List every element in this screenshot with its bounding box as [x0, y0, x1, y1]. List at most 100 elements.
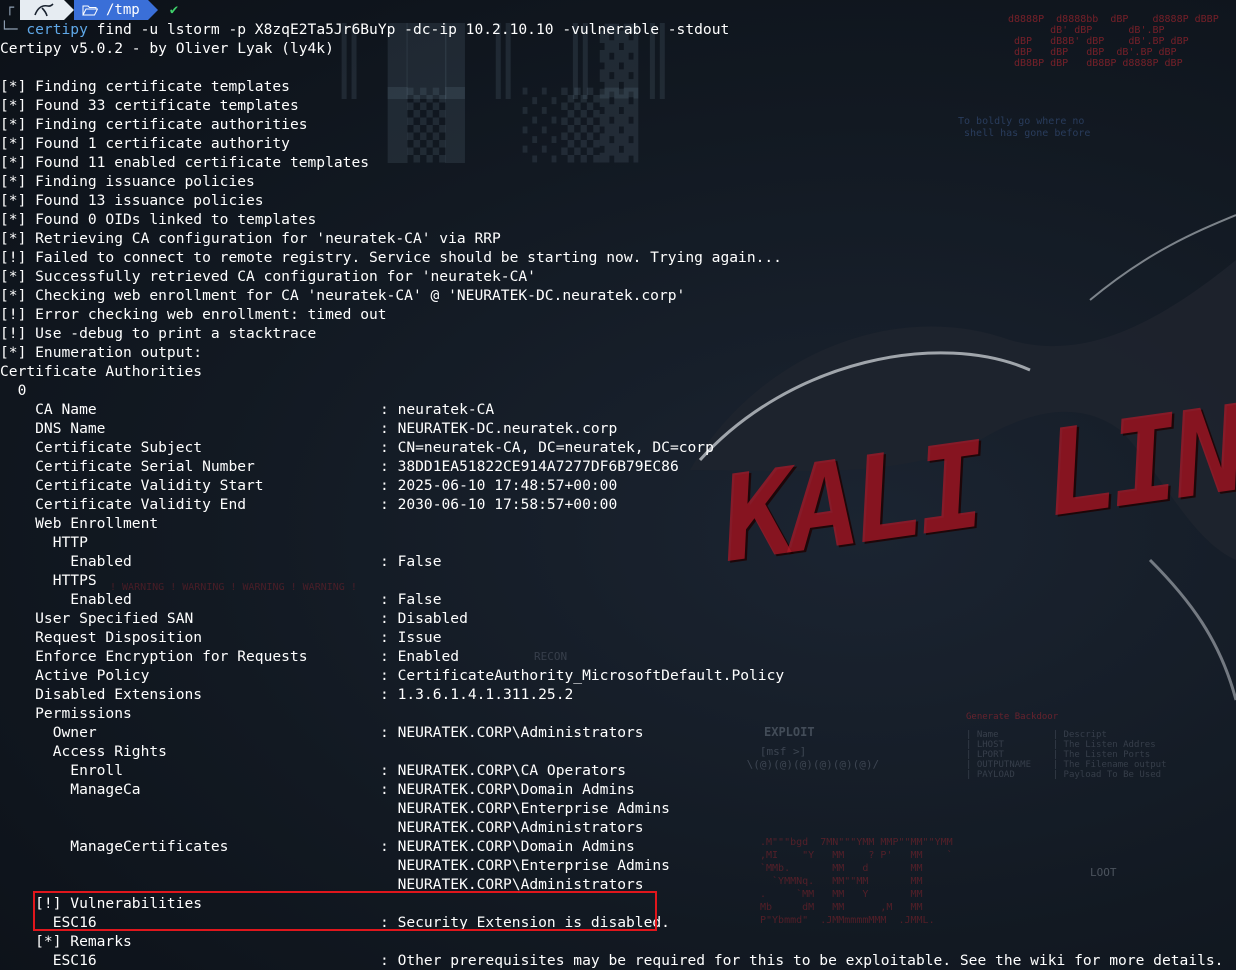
ca-property-key: ESC16	[0, 952, 97, 969]
ca-property-key: Certificate Validity Start	[0, 477, 264, 494]
ca-property-key: CA Name	[0, 401, 97, 418]
ca-property-row: NEURATEK.CORP\Administrators	[0, 818, 1236, 837]
ca-property-row: CA Name : neuratek-CA	[0, 400, 1236, 419]
ca-property-row: Enabled : False	[0, 552, 1236, 571]
log-line: [!] Failed to connect to remote registry…	[0, 249, 782, 266]
ca-property-value: NEURATEK.CORP\Enterprise Admins	[380, 857, 670, 874]
ca-property-value: : 2030-06-10 17:58:57+00:00	[380, 496, 618, 513]
ca-property-key: Enforce Encryption for Requests	[0, 648, 308, 665]
ca-property-row: Certificate Validity End : 2030-06-10 17:…	[0, 495, 1236, 514]
ca-property-value: NEURATEK.CORP\Administrators	[380, 876, 644, 893]
ca-property-row: Owner : NEURATEK.CORP\Administrators	[0, 723, 1236, 742]
ca-property-value: : CertificateAuthority_MicrosoftDefault.…	[380, 667, 785, 684]
ca-property-row: Web Enrollment	[0, 514, 1236, 533]
ca-property-value: NEURATEK.CORP\Enterprise Admins	[380, 800, 670, 817]
log-line: [*] Checking web enrollment for CA 'neur…	[0, 287, 686, 304]
ca-property-key: Enabled	[0, 553, 132, 570]
log-line: [*] Finding certificate templates	[0, 78, 290, 95]
ca-property-key: Owner	[0, 724, 97, 741]
ca-property-row: HTTPS	[0, 571, 1236, 590]
log-line: [*] Found 33 certificate templates	[0, 97, 299, 114]
ca-property-row: Certificate Subject : CN=neuratek-CA, DC=…	[0, 438, 1236, 457]
ca-property-key: Permissions	[0, 705, 132, 722]
ca-property-value: : Issue	[380, 629, 442, 646]
ca-property-value: : 1.3.6.1.4.1.311.25.2	[380, 686, 574, 703]
prompt-path: /tmp	[106, 2, 140, 18]
ca-property-value: : NEURATEK.CORP\Domain Admins	[380, 838, 635, 855]
log-line: [*] Enumeration output:	[0, 344, 203, 361]
ca-property-value: : 2025-06-10 17:48:57+00:00	[380, 477, 618, 494]
ca-property-key: DNS Name	[0, 420, 106, 437]
ca-property-row: Disabled Extensions : 1.3.6.1.4.1.311.25.…	[0, 685, 1236, 704]
ca-property-row: ManageCertificates : NEURATEK.CORP\Domain…	[0, 837, 1236, 856]
prompt-separator	[64, 0, 74, 20]
ca-property-value: : False	[380, 553, 442, 570]
ca-property-key: Certificate Validity End	[0, 496, 247, 513]
ca-property-row: User Specified SAN : Disabled	[0, 609, 1236, 628]
ca-property-row: Certificate Validity Start : 2025-06-10 1…	[0, 476, 1236, 495]
ca-property-key: HTTPS	[0, 572, 97, 589]
ca-property-row: NEURATEK.CORP\Enterprise Admins	[0, 799, 1236, 818]
ca-property-key: Certificate Serial Number	[0, 458, 255, 475]
ca-property-key: Request Disposition	[0, 629, 203, 646]
ca-property-value: : NEURATEK.CORP\CA Operators	[380, 762, 627, 779]
ca-property-row: Active Policy : CertificateAuthority_Micr…	[0, 666, 1236, 685]
log-line: [*] Found 11 enabled certificate templat…	[0, 154, 370, 171]
ca-property-value: : neuratek-CA	[380, 401, 495, 418]
ca-property-key: HTTP	[0, 534, 88, 551]
ca-property-row: Permissions	[0, 704, 1236, 723]
ca-property-key: ManageCertificates	[0, 838, 229, 855]
ca-property-row: HTTP	[0, 533, 1236, 552]
ca-property-row: [*] Remarks	[0, 932, 1236, 951]
ca-property-row: Certificate Serial Number : 38DD1EA51822C…	[0, 457, 1236, 476]
ca-property-key: Active Policy	[0, 667, 150, 684]
ca-property-row: Enforce Encryption for Requests : Enabled	[0, 647, 1236, 666]
ca-property-row: ManageCa: NEURATEK.CORP\Domain Admins	[0, 780, 1236, 799]
ca-property-key: Access Rights	[0, 743, 167, 760]
log-line: [*] Finding issuance policies	[0, 173, 255, 190]
ca-property-key: [!] Vulnerabilities	[0, 895, 203, 912]
log-line: [!] Use -debug to print a stacktrace	[0, 325, 317, 342]
ca-property-value: : Disabled	[380, 610, 468, 627]
log-line: [!] Error checking web enrollment: timed…	[0, 306, 387, 323]
log-line: [*] Retrieving CA configuration for 'neu…	[0, 230, 501, 247]
status-ok-icon: ✔	[169, 2, 179, 18]
ca-property-key: ManageCa	[0, 781, 141, 798]
ca-property-row: NEURATEK.CORP\Enterprise Admins	[0, 856, 1236, 875]
ca-property-row: Access Rights	[0, 742, 1236, 761]
folder-open-icon	[82, 5, 98, 16]
log-line: [*] Successfully retrieved CA configurat…	[0, 268, 536, 285]
terminal-output[interactable]: └─ certipy find -u lstorm -p X8zqE2Ta5Jr…	[0, 20, 1236, 970]
ca-property-value: : NEURATEK-DC.neuratek.corp	[380, 420, 618, 437]
prompt-corner: ┌	[5, 0, 15, 16]
ca-property-value: : False	[380, 591, 442, 608]
ca-property-value: : 38DD1EA51822CE914A7277DF6B79EC86	[380, 458, 679, 475]
ca-property-value: NEURATEK.CORP\Administrators	[380, 819, 644, 836]
log-line: [*] Found 13 issuance policies	[0, 192, 264, 209]
kali-dragon-icon	[34, 3, 54, 17]
ca-property-row: Enroll: NEURATEK.CORP\CA Operators	[0, 761, 1236, 780]
ca-property-value: : Security Extension is disabled.	[380, 914, 670, 931]
log-line: [*] Finding certificate authorities	[0, 116, 308, 133]
ca-property-row: ESC16 : Other prerequisites may be requir…	[0, 951, 1236, 970]
ca-index: 0	[0, 382, 27, 399]
ca-property-row: ESC16: Security Extension is disabled.	[0, 913, 1236, 932]
shell-prompt: ┌ /tmp ✔	[0, 0, 178, 22]
ca-property-row: Enabled : False	[0, 590, 1236, 609]
ca-property-value: : CN=neuratek-CA, DC=neuratek, DC=corp	[380, 439, 714, 456]
ca-property-row: DNS Name : NEURATEK-DC.neuratek.corp	[0, 419, 1236, 438]
ca-property-key: Enabled	[0, 591, 132, 608]
ca-property-value: : Other prerequisites may be required fo…	[380, 952, 1224, 969]
command-program: certipy	[26, 21, 88, 38]
banner-line: Certipy v5.0.2 - by Oliver Lyak (ly4k)	[0, 40, 334, 57]
ca-property-key: [*] Remarks	[0, 933, 132, 950]
ca-property-key: User Specified SAN	[0, 610, 194, 627]
ca-property-value: : NEURATEK.CORP\Administrators	[380, 724, 644, 741]
section-title: Certificate Authorities	[0, 363, 203, 380]
ca-property-row: [!] Vulnerabilities	[0, 894, 1236, 913]
ca-property-value: : Enabled	[380, 648, 460, 665]
ca-property-key: Certificate Subject	[0, 439, 203, 456]
ca-property-key: Disabled Extensions	[0, 686, 203, 703]
prompt-separator	[147, 0, 158, 20]
